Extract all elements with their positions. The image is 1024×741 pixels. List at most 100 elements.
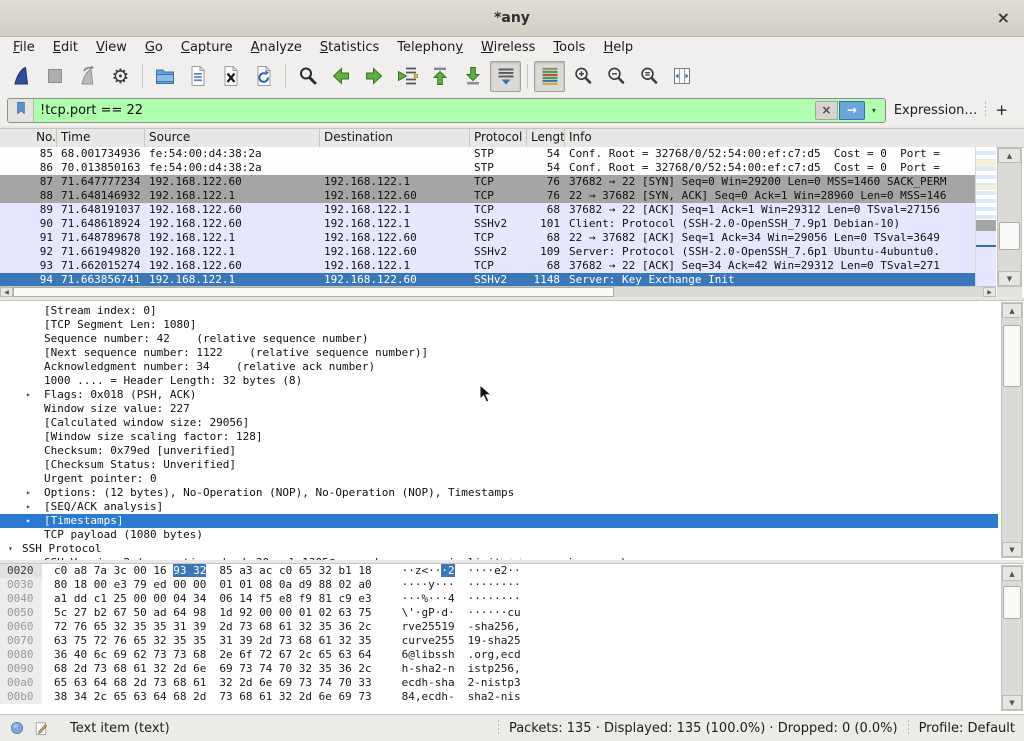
detail-line[interactable]: ▸SSH Version 2 (encryption:chacha20-poly…	[0, 556, 998, 560]
scroll-down-icon[interactable]: ▼	[998, 271, 1021, 286]
add-filter-button[interactable]: +	[986, 101, 1017, 119]
expand-icon[interactable]: ▸	[26, 500, 31, 514]
packet-list-vscrollbar[interactable]: ▲ ▼	[997, 147, 1022, 287]
packet-row-92[interactable]: 9271.661949820192.168.122.1192.168.122.6…	[0, 245, 976, 259]
menu-tools[interactable]: Tools	[544, 40, 594, 55]
detail-line[interactable]: ▸[SEQ/ACK analysis]	[0, 500, 998, 514]
packet-row-86[interactable]: 8670.013850163fe:54:00:d4:38:2aSTP54Conf…	[0, 161, 976, 175]
scroll-left-icon[interactable]: ◀	[0, 287, 13, 297]
expand-icon[interactable]: ▸	[26, 388, 31, 402]
start-capture-button[interactable]	[6, 61, 37, 92]
display-filter-input[interactable]: !tcp.port == 22	[34, 103, 815, 118]
column-header-length[interactable]: Length	[527, 129, 565, 147]
scroll-up-icon[interactable]: ▲	[998, 148, 1021, 163]
find-packet-button[interactable]	[292, 61, 323, 92]
scroll-thumb[interactable]	[1003, 325, 1021, 387]
filter-dropdown-caret[interactable]: ▾	[867, 102, 881, 119]
expand-icon[interactable]: ▸	[26, 486, 31, 500]
detail-line[interactable]: 1000 .... = Header Length: 32 bytes (8)	[0, 374, 998, 388]
detail-line[interactable]: Checksum: 0x79ed [unverified]	[0, 444, 998, 458]
packet-list-hscrollbar[interactable]: ◀ ▶	[0, 286, 996, 297]
packet-row-88[interactable]: 8871.648146932192.168.122.1192.168.122.6…	[0, 189, 976, 203]
detail-line[interactable]: [Window size scaling factor: 128]	[0, 430, 998, 444]
detail-line[interactable]: Urgent pointer: 0	[0, 472, 998, 486]
go-to-packet-button[interactable]	[391, 61, 422, 92]
hex-row-0040[interactable]: 0040a1 dd c1 25 00 00 04 3406 14 f5 e8 f…	[0, 592, 1024, 606]
hex-row-0020[interactable]: 0020c0 a8 7a 3c 00 16 93 3285 a3 ac c0 6…	[0, 564, 1024, 578]
detail-line[interactable]: ▾SSH Protocol	[0, 542, 998, 556]
hex-row-0080[interactable]: 008036 40 6c 69 62 73 73 682e 6f 72 67 2…	[0, 648, 1024, 662]
scroll-thumb[interactable]	[13, 287, 614, 297]
hex-row-00a0[interactable]: 00a065 63 64 68 2d 73 68 6132 2d 6e 69 7…	[0, 676, 1024, 690]
expression-button[interactable]: Expression…	[886, 103, 986, 118]
detail-line[interactable]: ▸Options: (12 bytes), No-Operation (NOP)…	[0, 486, 998, 500]
scroll-track[interactable]	[1002, 581, 1022, 695]
profile-text[interactable]: Profile: Default	[919, 721, 1015, 736]
packet-row-91[interactable]: 9171.648789678192.168.122.1192.168.122.6…	[0, 231, 976, 245]
scroll-up-icon[interactable]: ▲	[1002, 566, 1022, 581]
go-to-bottom-button[interactable]	[457, 61, 488, 92]
scroll-track[interactable]	[13, 287, 983, 297]
hex-row-0060[interactable]: 006072 76 65 32 35 35 31 392d 73 68 61 3…	[0, 620, 1024, 634]
capture-options-button[interactable]: ⚙	[105, 61, 136, 92]
colorize-packets-button[interactable]	[534, 61, 565, 92]
detail-line[interactable]: ▸[Timestamps]	[0, 514, 998, 528]
column-header-no[interactable]: No.	[0, 129, 57, 147]
expert-info-icon[interactable]	[9, 720, 25, 736]
detail-line[interactable]: TCP payload (1080 bytes)	[0, 528, 998, 542]
zoom-out-button[interactable]	[600, 61, 631, 92]
expand-icon[interactable]: ▸	[26, 514, 31, 528]
menu-analyze[interactable]: Analyze	[242, 40, 311, 55]
column-header-destination[interactable]: Destination	[320, 129, 470, 147]
detail-line[interactable]: ▸Flags: 0x018 (PSH, ACK)	[0, 388, 998, 402]
packet-row-87[interactable]: 8771.647777234192.168.122.60192.168.122.…	[0, 175, 976, 189]
expand-icon[interactable]: ▸	[26, 556, 31, 560]
menu-view[interactable]: View	[87, 40, 136, 55]
scroll-track[interactable]	[998, 163, 1021, 271]
detail-line[interactable]: Acknowledgment number: 34 (relative ack …	[0, 360, 998, 374]
open-file-button[interactable]	[149, 61, 180, 92]
scroll-right-icon[interactable]: ▶	[983, 287, 996, 297]
reload-file-button[interactable]	[248, 61, 279, 92]
detail-line[interactable]: Sequence number: 42 (relative sequence n…	[0, 332, 998, 346]
hex-row-0050[interactable]: 00505c 27 b2 67 50 ad 64 981d 92 00 00 0…	[0, 606, 1024, 620]
detail-line[interactable]: [Next sequence number: 1122 (relative se…	[0, 346, 998, 360]
go-back-button[interactable]	[325, 61, 356, 92]
packet-row-90[interactable]: 9071.648618924192.168.122.60192.168.122.…	[0, 217, 976, 231]
menu-file[interactable]: File	[4, 40, 44, 55]
hex-row-00b0[interactable]: 00b038 34 2c 65 63 64 68 2d73 68 61 32 2…	[0, 690, 1024, 704]
menu-statistics[interactable]: Statistics	[311, 40, 388, 55]
menu-go[interactable]: Go	[136, 40, 172, 55]
menu-capture[interactable]: Capture	[172, 40, 242, 55]
packet-list-minimap[interactable]	[975, 147, 996, 287]
detail-line[interactable]: [Calculated window size: 29056]	[0, 416, 998, 430]
packet-row-93[interactable]: 9371.662015274192.168.122.60192.168.122.…	[0, 259, 976, 273]
menu-edit[interactable]: Edit	[44, 40, 87, 55]
close-file-button[interactable]	[215, 61, 246, 92]
display-filter-field[interactable]: !tcp.port == 22 × → ▾	[7, 98, 886, 123]
column-header-protocol[interactable]: Protocol	[470, 129, 527, 147]
hex-row-0090[interactable]: 009068 2d 73 68 61 32 2d 6e69 73 74 70 3…	[0, 662, 1024, 676]
menu-wireless[interactable]: Wireless	[472, 40, 544, 55]
scroll-track[interactable]	[1002, 318, 1022, 542]
hex-row-0070[interactable]: 007063 75 72 76 65 32 35 3531 39 2d 73 6…	[0, 634, 1024, 648]
resize-columns-button[interactable]	[666, 61, 697, 92]
column-header-source[interactable]: Source	[145, 129, 320, 147]
hex-row-0030[interactable]: 003080 18 00 e3 79 ed 00 0001 01 08 0a d…	[0, 578, 1024, 592]
filter-clear-button[interactable]: ×	[815, 101, 838, 120]
detail-line[interactable]: Window size value: 227	[0, 402, 998, 416]
packet-row-89[interactable]: 8971.648191037192.168.122.60192.168.122.…	[0, 203, 976, 217]
column-header-info[interactable]: Info	[565, 129, 1024, 147]
close-window-button[interactable]: ×	[993, 0, 1014, 36]
scroll-down-icon[interactable]: ▼	[1002, 695, 1022, 710]
filter-bookmark-button[interactable]	[8, 99, 34, 122]
packet-row-94[interactable]: 9471.663856741192.168.122.1192.168.122.6…	[0, 273, 976, 287]
save-file-button[interactable]	[182, 61, 213, 92]
detail-line[interactable]: [Stream index: 0]	[0, 304, 998, 318]
scroll-down-icon[interactable]: ▼	[1002, 542, 1022, 557]
filter-apply-button[interactable]: →	[839, 101, 865, 120]
capture-comment-icon[interactable]	[33, 720, 50, 737]
auto-scroll-button[interactable]	[490, 61, 521, 92]
bytes-vscrollbar[interactable]: ▲ ▼	[1001, 565, 1023, 711]
detail-line[interactable]: [Checksum Status: Unverified]	[0, 458, 998, 472]
